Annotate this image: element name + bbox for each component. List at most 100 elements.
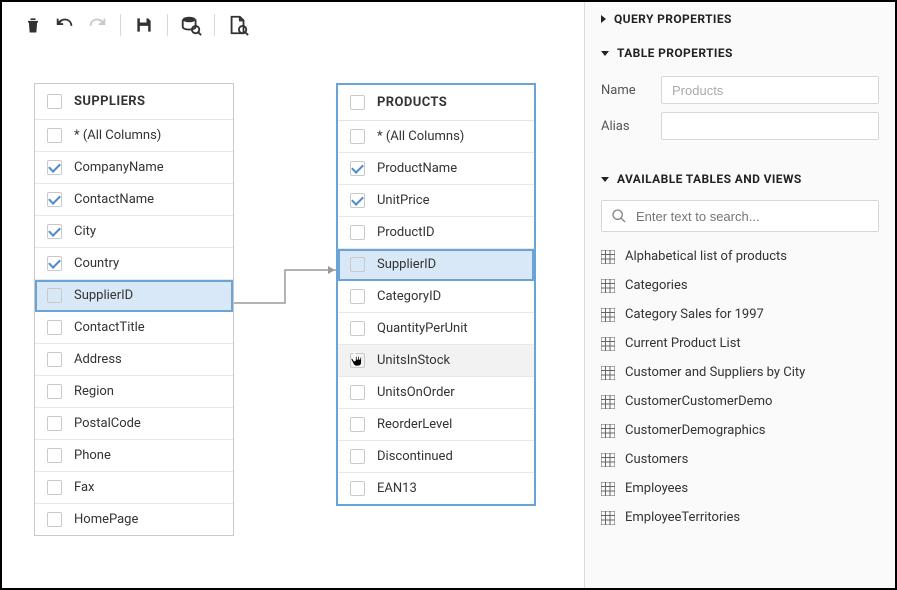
undo-button[interactable] xyxy=(52,12,78,38)
column-checkbox[interactable] xyxy=(350,257,365,272)
search-input[interactable] xyxy=(601,200,879,232)
available-table-label: CustomerDemographics xyxy=(625,423,765,438)
column-checkbox[interactable] xyxy=(350,353,365,368)
section-available-tables[interactable]: AVAILABLE TABLES AND VIEWS xyxy=(585,162,895,196)
query-canvas: SUPPLIERS* (All Columns)CompanyNameConta… xyxy=(2,48,584,588)
select-all-checkbox[interactable] xyxy=(350,95,365,110)
section-query-properties[interactable]: QUERY PROPERTIES xyxy=(585,2,895,36)
toolbar-separator xyxy=(120,14,121,36)
column-row[interactable]: ReorderLevel xyxy=(338,409,534,441)
column-checkbox[interactable] xyxy=(350,129,365,144)
table-title: SUPPLIERS xyxy=(74,94,145,109)
column-checkbox[interactable] xyxy=(47,448,62,463)
preview-data-button[interactable] xyxy=(178,12,204,38)
available-table-item[interactable]: EmployeeTerritories xyxy=(601,503,879,532)
table-icon xyxy=(601,453,615,467)
preview-sql-icon xyxy=(227,14,249,36)
available-table-item[interactable]: CustomerCustomerDemo xyxy=(601,387,879,416)
column-row[interactable]: CompanyName xyxy=(35,152,233,184)
column-row[interactable]: EAN13 xyxy=(338,473,534,504)
available-table-item[interactable]: Categories xyxy=(601,271,879,300)
column-row[interactable]: PostalCode xyxy=(35,408,233,440)
column-label: Fax xyxy=(74,480,95,495)
column-label: Address xyxy=(74,352,122,367)
column-label: SupplierID xyxy=(74,288,133,303)
available-table-item[interactable]: Customer and Suppliers by City xyxy=(601,358,879,387)
column-label: * (All Columns) xyxy=(74,128,161,143)
column-row[interactable]: UnitsInStock xyxy=(338,345,534,377)
column-row[interactable]: Fax xyxy=(35,472,233,504)
column-row[interactable]: ProductID xyxy=(338,217,534,249)
section-table-properties[interactable]: TABLE PROPERTIES xyxy=(585,36,895,70)
column-row[interactable]: City xyxy=(35,216,233,248)
table-card-products[interactable]: PRODUCTS* (All Columns)ProductNameUnitPr… xyxy=(336,83,536,506)
column-row[interactable]: Phone xyxy=(35,440,233,472)
column-row[interactable]: ProductName xyxy=(338,153,534,185)
table-card-suppliers[interactable]: SUPPLIERS* (All Columns)CompanyNameConta… xyxy=(34,83,234,536)
column-label: Discontinued xyxy=(377,449,453,464)
available-table-item[interactable]: Category Sales for 1997 xyxy=(601,300,879,329)
column-row[interactable]: Discontinued xyxy=(338,441,534,473)
available-table-item[interactable]: Alphabetical list of products xyxy=(601,242,879,271)
available-table-label: CustomerCustomerDemo xyxy=(625,394,772,409)
column-checkbox[interactable] xyxy=(47,384,62,399)
column-row[interactable]: UnitsOnOrder xyxy=(338,377,534,409)
column-checkbox[interactable] xyxy=(350,385,365,400)
save-button[interactable] xyxy=(131,12,157,38)
table-properties-body: Name Alias xyxy=(585,70,895,162)
column-checkbox[interactable] xyxy=(350,321,365,336)
column-checkbox[interactable] xyxy=(47,160,62,175)
column-checkbox[interactable] xyxy=(47,224,62,239)
column-checkbox[interactable] xyxy=(47,480,62,495)
available-table-item[interactable]: Employees xyxy=(601,474,879,503)
column-checkbox[interactable] xyxy=(47,288,62,303)
column-checkbox[interactable] xyxy=(47,320,62,335)
preview-sql-button[interactable] xyxy=(225,12,251,38)
column-row[interactable]: Country xyxy=(35,248,233,280)
save-icon xyxy=(134,15,154,35)
table-header[interactable]: SUPPLIERS xyxy=(35,84,233,120)
select-all-checkbox[interactable] xyxy=(47,94,62,109)
column-checkbox[interactable] xyxy=(350,225,365,240)
column-checkbox[interactable] xyxy=(350,417,365,432)
column-checkbox[interactable] xyxy=(47,256,62,271)
column-row[interactable]: * (All Columns) xyxy=(338,121,534,153)
delete-button[interactable] xyxy=(20,12,46,38)
column-row[interactable]: ContactName xyxy=(35,184,233,216)
column-row[interactable]: Region xyxy=(35,376,233,408)
table-icon xyxy=(601,250,615,264)
section-title: TABLE PROPERTIES xyxy=(617,46,733,60)
preview-data-icon xyxy=(180,14,202,36)
name-input[interactable] xyxy=(661,76,879,104)
column-checkbox[interactable] xyxy=(47,192,62,207)
table-icon xyxy=(601,279,615,293)
table-icon xyxy=(601,337,615,351)
column-row[interactable]: CategoryID xyxy=(338,281,534,313)
toolbar-separator xyxy=(214,14,215,36)
column-label: UnitsOnOrder xyxy=(377,385,455,400)
column-row[interactable]: QuantityPerUnit xyxy=(338,313,534,345)
column-checkbox[interactable] xyxy=(350,481,365,496)
column-checkbox[interactable] xyxy=(350,289,365,304)
table-header[interactable]: PRODUCTS xyxy=(338,85,534,121)
alias-input[interactable] xyxy=(661,112,879,140)
column-checkbox[interactable] xyxy=(350,161,365,176)
column-checkbox[interactable] xyxy=(47,416,62,431)
column-row[interactable]: UnitPrice xyxy=(338,185,534,217)
column-checkbox[interactable] xyxy=(47,128,62,143)
column-row[interactable]: * (All Columns) xyxy=(35,120,233,152)
column-row[interactable]: HomePage xyxy=(35,504,233,535)
column-row[interactable]: Address xyxy=(35,344,233,376)
column-checkbox[interactable] xyxy=(350,449,365,464)
available-table-item[interactable]: Current Product List xyxy=(601,329,879,358)
undo-icon xyxy=(54,14,76,36)
column-checkbox[interactable] xyxy=(47,512,62,527)
column-checkbox[interactable] xyxy=(350,193,365,208)
available-table-item[interactable]: Customers xyxy=(601,445,879,474)
available-table-item[interactable]: CustomerDemographics xyxy=(601,416,879,445)
chevron-down-icon xyxy=(601,51,609,56)
column-checkbox[interactable] xyxy=(47,352,62,367)
column-row[interactable]: SupplierID xyxy=(35,280,233,312)
column-row[interactable]: SupplierID xyxy=(338,249,534,281)
column-row[interactable]: ContactTitle xyxy=(35,312,233,344)
